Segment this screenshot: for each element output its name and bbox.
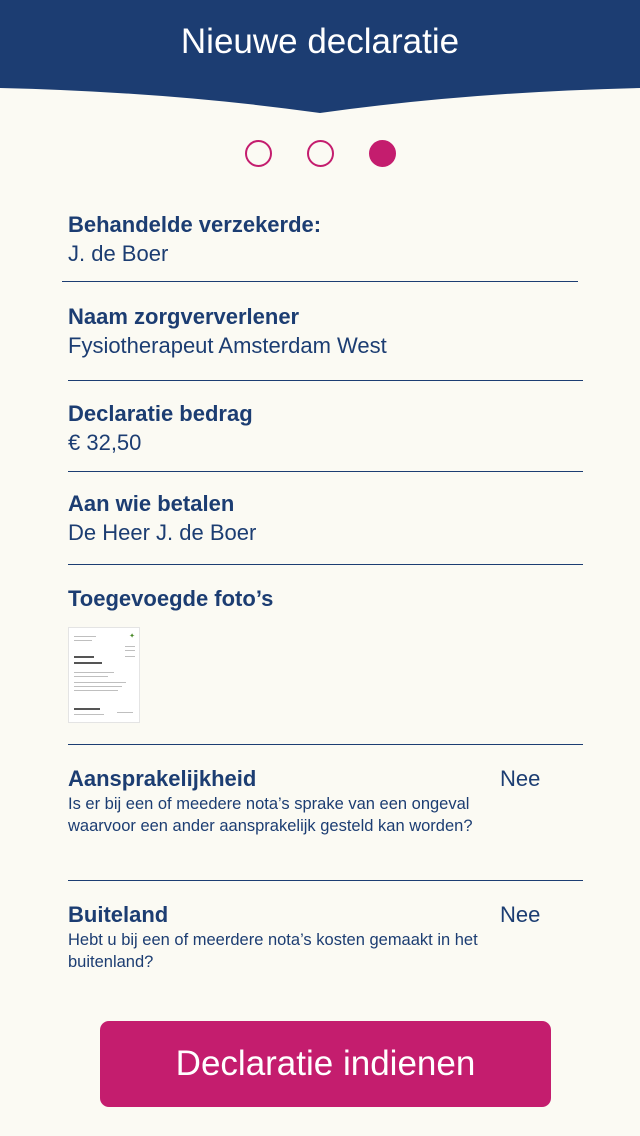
provider-field[interactable]: Naam zorgververlener Fysiotherapeut Amst… — [68, 303, 583, 360]
divider — [68, 880, 583, 881]
submit-declaration-button[interactable]: Declaratie indienen — [100, 1021, 551, 1107]
insured-label: Behandelde verzekerde: — [68, 212, 322, 237]
amount-value: € 32,50 — [68, 430, 142, 455]
header-bar: Nieuwe declaratie — [0, 0, 640, 115]
step-3-dot — [368, 140, 396, 167]
receipt-photo-thumbnail[interactable]: ✦ — [68, 627, 140, 723]
divider — [68, 564, 583, 565]
payee-field[interactable]: Aan wie betalen De Heer J. de Boer — [68, 490, 583, 547]
insured-value: J. de Boer — [68, 241, 169, 266]
photos-label: Toegevoegde foto’s — [68, 586, 274, 611]
step-indicator — [0, 140, 640, 167]
liability-description: Is er bij een of meedere nota’s sprake v… — [68, 795, 473, 835]
liability-question[interactable]: Aansprakelijkheid Is er bij een of meede… — [68, 765, 488, 837]
provider-value: Fysiotherapeut Amsterdam West — [68, 333, 387, 358]
abroad-question[interactable]: Buiteland Hebt u bij een of meerdere not… — [68, 901, 488, 973]
insured-field[interactable]: Behandelde verzekerde: J. de Boer — [68, 211, 583, 268]
amount-label: Declaratie bedrag — [68, 401, 253, 426]
step-1-dot — [244, 140, 272, 167]
liability-title: Aansprakelijkheid — [68, 766, 257, 791]
amount-field[interactable]: Declaratie bedrag € 32,50 — [68, 400, 583, 457]
divider — [68, 380, 583, 381]
payee-value: De Heer J. de Boer — [68, 520, 257, 545]
abroad-title: Buiteland — [68, 902, 169, 927]
abroad-description: Hebt u bij een of meerdere nota’s kosten… — [68, 931, 478, 971]
divider — [68, 471, 583, 472]
page-title: Nieuwe declaratie — [180, 22, 460, 61]
photos-field: Toegevoegde foto’s — [68, 585, 583, 613]
payee-label: Aan wie betalen — [68, 491, 235, 516]
divider — [62, 281, 578, 282]
receipt-logo-icon: ✦ — [129, 633, 135, 640]
abroad-answer[interactable]: Nee — [500, 901, 540, 929]
liability-answer[interactable]: Nee — [500, 765, 540, 793]
step-2-dot — [306, 140, 334, 167]
provider-label: Naam zorgververlener — [68, 304, 300, 329]
divider — [68, 744, 583, 745]
